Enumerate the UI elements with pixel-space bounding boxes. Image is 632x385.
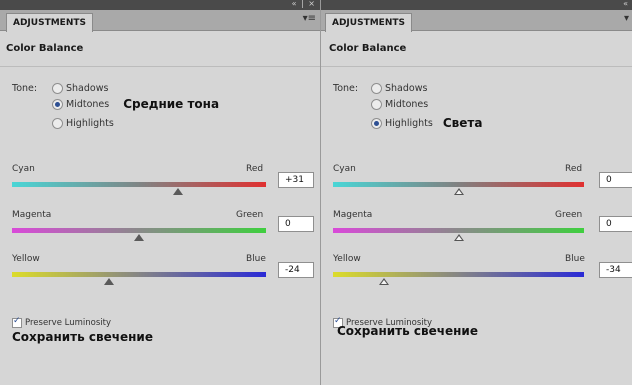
- slider-right-label: Red: [246, 164, 264, 174]
- radio-circle-selected[interactable]: [371, 117, 382, 129]
- divider: [0, 66, 320, 67]
- panel-title-bar: « | ×: [0, 0, 320, 10]
- slider-right-label: Blue: [246, 254, 266, 264]
- tab-adjustments[interactable]: ADJUSTMENTS: [325, 13, 412, 32]
- slider-left-label: Yellow: [12, 254, 40, 264]
- slider-thumb[interactable]: [134, 234, 144, 241]
- slider-thumb[interactable]: [454, 188, 464, 195]
- slider-thumb[interactable]: [104, 278, 114, 285]
- checkbox-label: Preserve Luminosity: [25, 318, 111, 328]
- radio-label: Shadows: [66, 82, 109, 94]
- tab-row: ADJUSTMENTS ▾: [321, 10, 632, 32]
- magenta-green-value-input[interactable]: 0: [599, 216, 632, 232]
- slider-thumb[interactable]: [173, 188, 183, 195]
- slider-thumb[interactable]: [379, 278, 389, 285]
- slider-left-label: Cyan: [333, 164, 356, 174]
- checkbox-box[interactable]: [12, 316, 22, 328]
- tone-label: Tone:: [12, 83, 38, 94]
- slider-right-label: Blue: [565, 254, 585, 264]
- tab-row: ADJUSTMENTS ▾≡: [0, 10, 320, 32]
- radio-label: Shadows: [385, 82, 428, 94]
- collapse-icon[interactable]: «: [623, 0, 629, 8]
- annotation-midtones: Средние тона: [123, 97, 220, 111]
- radio-circle[interactable]: [371, 82, 382, 94]
- slider-right-label: Green: [555, 210, 583, 220]
- annotation-preserve: Сохранить свечение: [12, 330, 153, 344]
- magenta-green-track[interactable]: [333, 228, 584, 233]
- panel-title-bar: «: [321, 0, 632, 10]
- radio-circle[interactable]: [52, 82, 63, 94]
- yellow-blue-value-input[interactable]: -34: [599, 262, 632, 278]
- preserve-luminosity-checkbox[interactable]: Preserve Luminosity: [12, 316, 111, 329]
- yellow-blue-track[interactable]: [333, 272, 584, 277]
- cyan-red-track[interactable]: [333, 182, 584, 187]
- annotation-highlights: Света: [442, 116, 483, 130]
- annotation-preserve: Сохранить свечение: [337, 324, 478, 338]
- radio-midtones[interactable]: Midtones Средние тона: [52, 97, 219, 111]
- divider: [321, 66, 632, 67]
- magenta-green-track[interactable]: [12, 228, 266, 233]
- radio-highlights[interactable]: Highlights: [52, 116, 114, 130]
- panel-menu-icon[interactable]: ▾: [624, 13, 629, 24]
- cyan-red-value-input[interactable]: 0: [599, 172, 632, 188]
- slider-left-label: Cyan: [12, 164, 35, 174]
- slider-right-label: Red: [565, 164, 583, 174]
- adjustments-panel-right: « ADJUSTMENTS ▾ Color Balance Tone: Shad…: [320, 0, 632, 385]
- radio-midtones[interactable]: Midtones: [371, 97, 428, 111]
- panel-menu-icon[interactable]: ▾≡: [303, 13, 316, 24]
- adjustments-panel-left: « | × ADJUSTMENTS ▾≡ Color Balance Tone:…: [0, 0, 320, 385]
- slider-left-label: Yellow: [333, 254, 361, 264]
- tone-label: Tone:: [333, 83, 359, 94]
- magenta-green-value-input[interactable]: 0: [278, 216, 314, 232]
- radio-shadows[interactable]: Shadows: [371, 81, 427, 95]
- yellow-blue-value-input[interactable]: -24: [278, 262, 314, 278]
- radio-circle[interactable]: [52, 117, 63, 129]
- radio-label: Midtones: [66, 98, 110, 110]
- radio-label: Highlights: [385, 117, 433, 129]
- slider-left-label: Magenta: [12, 210, 52, 220]
- tab-adjustments[interactable]: ADJUSTMENTS: [6, 13, 93, 32]
- radio-highlights[interactable]: Highlights Света: [371, 116, 482, 130]
- panel-title: Color Balance: [329, 43, 407, 54]
- slider-thumb[interactable]: [454, 234, 464, 241]
- radio-circle-selected[interactable]: [52, 98, 63, 110]
- cyan-red-value-input[interactable]: +31: [278, 172, 314, 188]
- radio-shadows[interactable]: Shadows: [52, 81, 108, 95]
- slider-left-label: Magenta: [333, 210, 373, 220]
- panel-title: Color Balance: [6, 43, 84, 54]
- slider-right-label: Green: [236, 210, 264, 220]
- radio-label: Midtones: [385, 98, 429, 110]
- radio-circle[interactable]: [371, 98, 382, 110]
- cyan-red-track[interactable]: [12, 182, 266, 187]
- collapse-close-icon[interactable]: « | ×: [292, 0, 316, 8]
- yellow-blue-track[interactable]: [12, 272, 266, 277]
- radio-label: Highlights: [66, 117, 114, 129]
